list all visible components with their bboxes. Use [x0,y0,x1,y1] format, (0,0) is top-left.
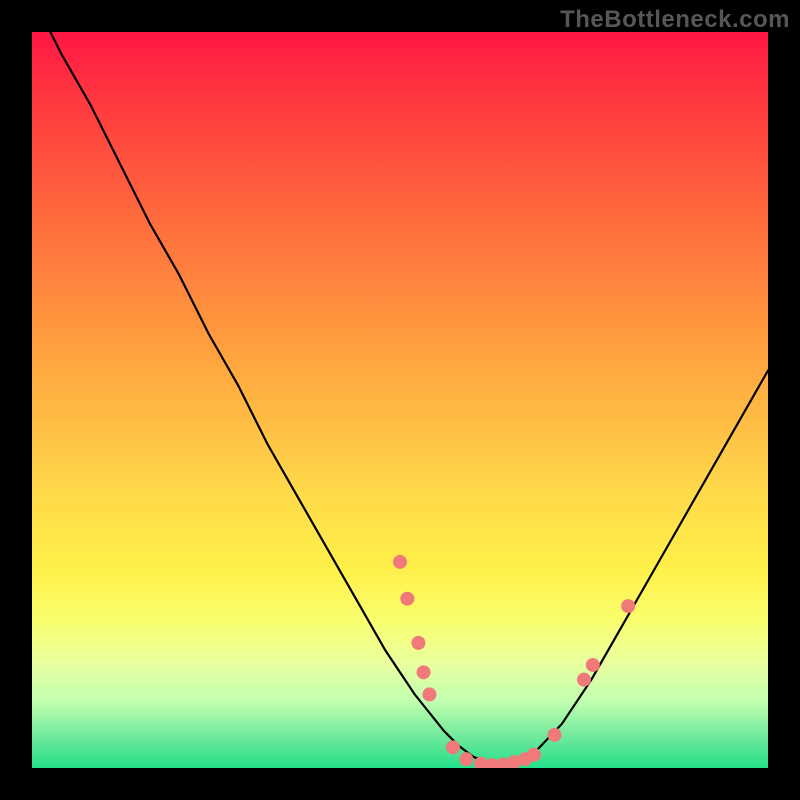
watermark: TheBottleneck.com [560,6,790,34]
data-point [621,599,635,613]
plot-area [32,32,768,768]
chart-container: TheBottleneck.com [0,0,800,800]
data-point [417,665,431,679]
data-point [527,748,541,762]
data-point [446,740,460,754]
data-point [548,728,562,742]
data-point [393,555,407,569]
data-point [422,687,436,701]
data-point [586,658,600,672]
bottleneck-curve [32,32,768,764]
data-point [459,752,473,766]
curve-layer [32,32,768,768]
data-point [411,636,425,650]
data-points [393,555,635,768]
data-point [400,592,414,606]
data-point [577,673,591,687]
